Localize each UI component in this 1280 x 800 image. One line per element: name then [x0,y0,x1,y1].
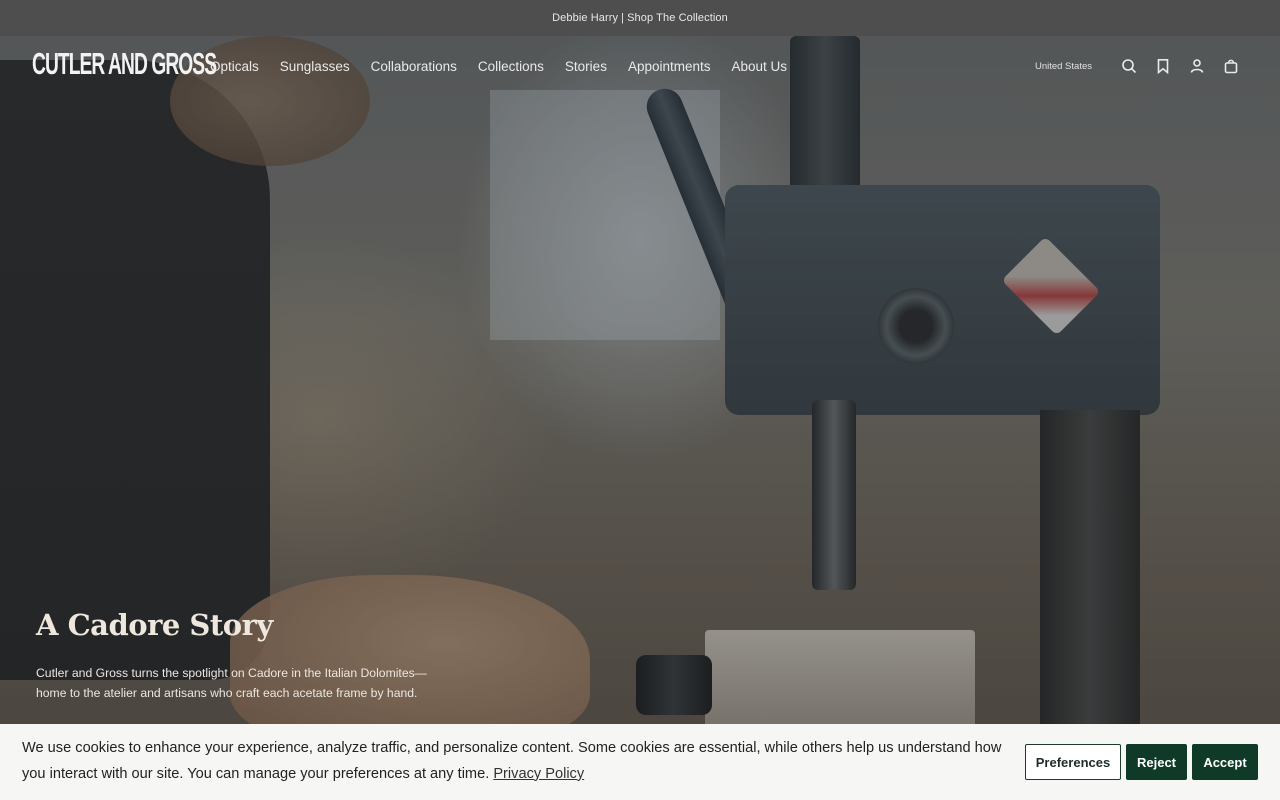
cookie-message: We use cookies to enhance your experienc… [22,736,1012,787]
search-button[interactable] [1112,49,1146,83]
nav-item-stories[interactable]: Stories [565,59,607,74]
announcement-bar: Debbie Harry | Shop The Collection [0,0,1280,36]
bookmark-icon [1157,59,1169,74]
nav-item-collaborations[interactable]: Collaborations [371,59,457,74]
main-nav: Opticals Sunglasses Collaborations Colle… [210,36,808,96]
bag-icon [1224,59,1238,74]
nav-item-sunglasses[interactable]: Sunglasses [280,59,350,74]
announcement-link[interactable]: Shop The Collection [627,12,728,24]
nav-item-appointments[interactable]: Appointments [628,59,711,74]
cookie-actions: Preferences Reject Accept [1020,744,1258,780]
announcement-text: Debbie Harry [552,12,619,24]
account-icon [1190,59,1204,73]
hero-title: A Cadore Story [36,608,273,642]
account-button[interactable] [1180,49,1214,83]
reject-button[interactable]: Reject [1126,744,1187,780]
search-icon [1122,59,1137,74]
cart-button[interactable] [1214,49,1248,83]
nav-item-about-us[interactable]: About Us [732,59,788,74]
site-header: CUTLER AND GROSS Opticals Sunglasses Col… [0,36,1280,96]
region-selector[interactable]: United States [1035,61,1092,72]
privacy-policy-link[interactable]: Privacy Policy [493,766,584,782]
announcement-separator: | [621,12,625,24]
hero-description: Cutler and Gross turns the spotlight on … [36,666,427,700]
wishlist-button[interactable] [1146,49,1180,83]
preferences-button[interactable]: Preferences [1025,744,1121,780]
nav-item-collections[interactable]: Collections [478,59,544,74]
utility-nav: United States [1035,36,1248,96]
nav-item-opticals[interactable]: Opticals [210,59,259,74]
cookie-banner: We use cookies to enhance your experienc… [0,724,1280,800]
brand-logo[interactable]: CUTLER AND GROSS [32,48,217,79]
accept-button[interactable]: Accept [1192,744,1258,780]
